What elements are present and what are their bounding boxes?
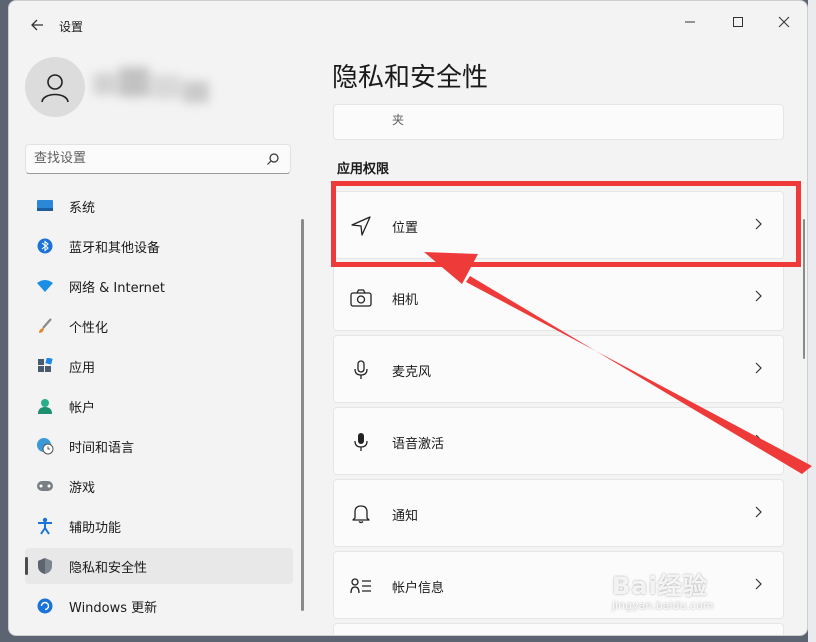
watermark-url: jingyan.baidu.com	[612, 599, 714, 612]
annotation-arrow	[424, 252, 812, 474]
watermark: Bai经验 jingyan.baidu.com	[612, 566, 714, 612]
watermark-brand: Bai经验	[612, 572, 708, 600]
